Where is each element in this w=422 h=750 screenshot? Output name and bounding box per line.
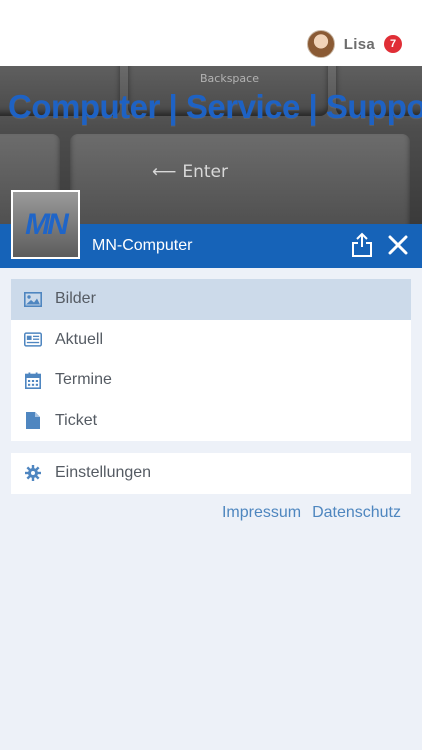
- enter-key: [70, 134, 410, 224]
- logo-text: MN: [25, 207, 69, 241]
- share-icon: [352, 232, 372, 257]
- menu-item-ticket[interactable]: Ticket: [11, 401, 411, 442]
- menu-item-label: Termine: [55, 371, 112, 389]
- document-icon: [24, 412, 42, 430]
- menu-item-termine[interactable]: Termine: [11, 360, 411, 401]
- datenschutz-link[interactable]: Datenschutz: [312, 504, 401, 522]
- top-bar: Lisa 7: [0, 0, 422, 66]
- newspaper-icon: [24, 331, 42, 349]
- menu-item-label: Bilder: [55, 290, 96, 308]
- notification-badge[interactable]: 7: [384, 35, 402, 53]
- image-icon: [24, 290, 42, 308]
- user-name[interactable]: Lisa: [344, 36, 375, 53]
- menu-item-aktuell[interactable]: Aktuell: [11, 320, 411, 361]
- enter-arrow-icon: ⟵: [152, 162, 177, 182]
- close-button[interactable]: [387, 234, 409, 256]
- avatar[interactable]: [306, 30, 335, 58]
- footer-links: Impressum Datenschutz: [222, 504, 401, 522]
- menu-item-einstellungen[interactable]: Einstellungen: [11, 453, 411, 494]
- hero-banner-text: Computer | Service | Support: [8, 88, 422, 125]
- main-menu: Bilder Aktuell Termine Ticket: [11, 279, 411, 441]
- gear-icon: [24, 464, 42, 482]
- menu-item-label: Einstellungen: [55, 464, 152, 482]
- calendar-icon: [24, 371, 42, 389]
- enter-legend: ⟵ Enter: [152, 162, 228, 182]
- backspace-legend: Backspace: [200, 72, 259, 85]
- menu-item-label: Aktuell: [55, 330, 104, 348]
- impressum-link[interactable]: Impressum: [222, 504, 301, 522]
- share-button[interactable]: [350, 232, 374, 258]
- settings-menu: Einstellungen: [11, 453, 411, 494]
- close-icon: [388, 235, 408, 255]
- menu-item-label: Ticket: [55, 411, 98, 429]
- user-menu[interactable]: Lisa 7: [306, 30, 402, 58]
- menu-item-bilder[interactable]: Bilder: [11, 279, 411, 320]
- enter-legend-text: Enter: [182, 162, 229, 182]
- company-name: MN-Computer: [92, 237, 193, 254]
- company-logo: MN: [11, 190, 80, 259]
